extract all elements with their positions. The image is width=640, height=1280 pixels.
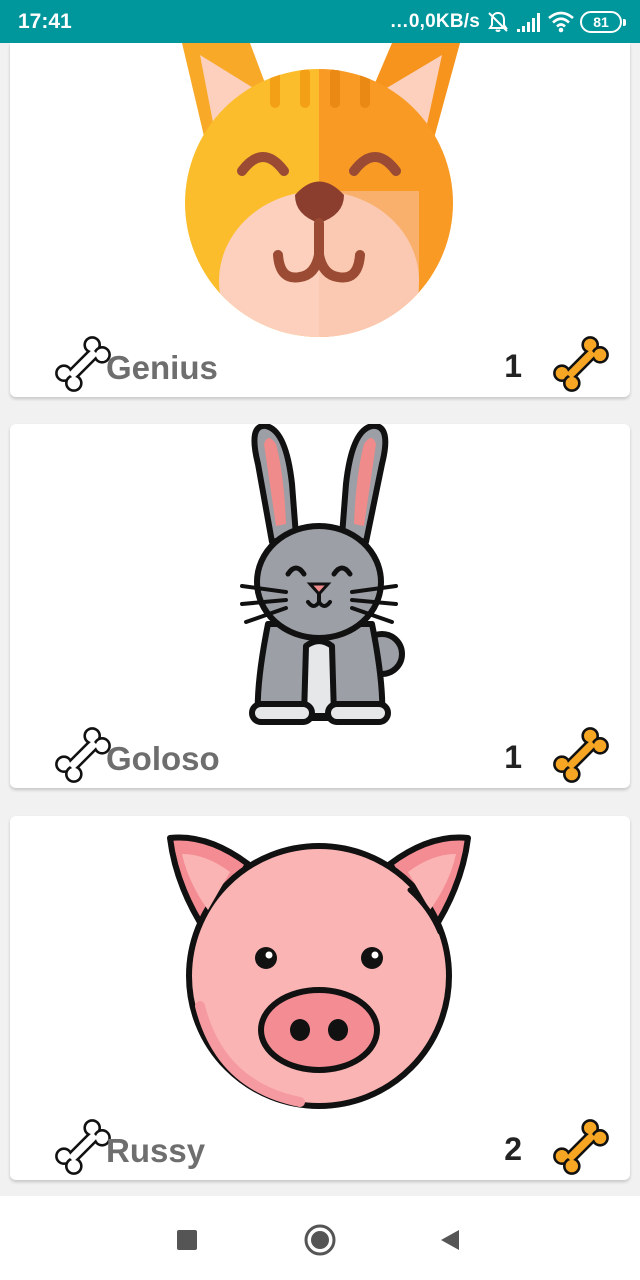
status-icons: …0,0KB/s 81 xyxy=(389,9,626,35)
network-speed: …0,0KB/s xyxy=(389,11,480,32)
bone-filled-icon[interactable] xyxy=(548,331,614,397)
pet-card[interactable]: Genius 1 xyxy=(10,43,630,397)
pet-card[interactable]: Goloso 1 xyxy=(10,424,630,788)
pet-name: Russy xyxy=(106,1132,206,1169)
back-icon xyxy=(441,1230,459,1250)
pet-count: 1 xyxy=(504,739,522,775)
recent-apps-icon xyxy=(177,1230,197,1250)
recent-apps-button[interactable] xyxy=(167,1220,207,1260)
pet-count: 1 xyxy=(504,348,522,384)
status-bar: 17:41 …0,0KB/s 81 xyxy=(0,0,640,43)
mute-icon xyxy=(488,11,508,32)
pet-card[interactable]: Russy 2 xyxy=(10,816,630,1180)
pet-name: Genius xyxy=(106,349,218,386)
home-icon xyxy=(304,1224,336,1256)
pet-name: Goloso xyxy=(106,740,220,777)
home-button[interactable] xyxy=(300,1220,340,1260)
wifi-icon xyxy=(548,11,574,33)
battery-level: 81 xyxy=(593,14,609,30)
bone-filled-icon[interactable] xyxy=(548,1114,614,1180)
back-button[interactable] xyxy=(430,1220,470,1260)
bone-filled-icon[interactable] xyxy=(548,722,614,788)
navigation-bar xyxy=(0,1196,640,1280)
signal-icon xyxy=(517,13,540,32)
pet-count: 2 xyxy=(504,1131,522,1167)
battery-icon: 81 xyxy=(580,11,626,33)
status-time: 17:41 xyxy=(18,10,72,33)
